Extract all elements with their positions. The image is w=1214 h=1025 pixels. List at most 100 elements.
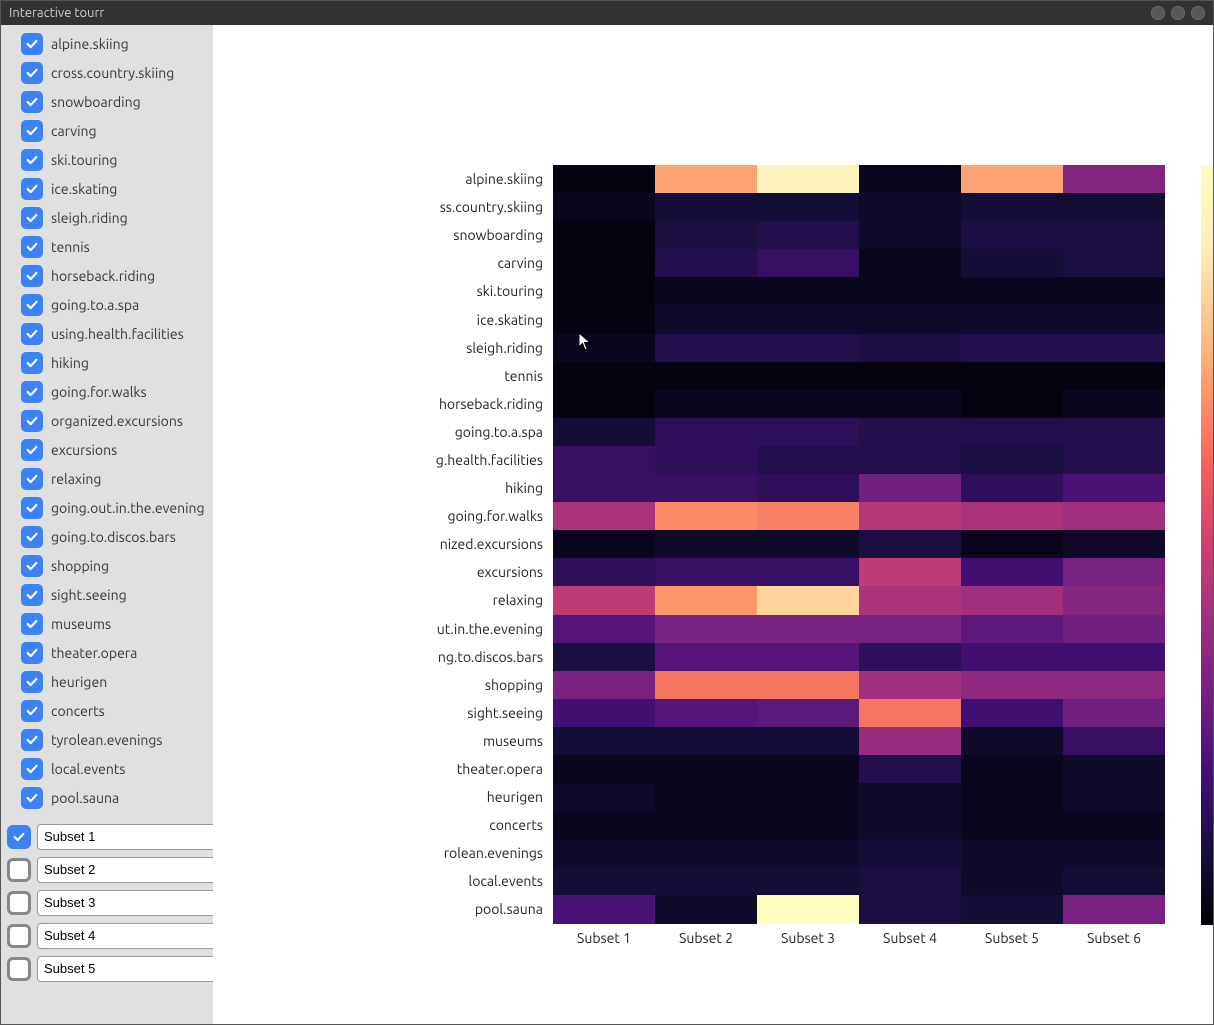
variable-row[interactable]: cross.country.skiing	[1, 58, 213, 87]
subset-name-input[interactable]	[37, 956, 227, 982]
variable-row[interactable]: going.to.a.spa	[1, 290, 213, 319]
checkbox[interactable]	[21, 758, 43, 780]
variable-row[interactable]: carving	[1, 116, 213, 145]
checkbox[interactable]	[21, 410, 43, 432]
checkbox[interactable]	[21, 729, 43, 751]
heatmap-cell	[553, 446, 655, 474]
subset-name-input[interactable]	[37, 824, 227, 850]
variable-row[interactable]: going.to.discos.bars	[1, 522, 213, 551]
checkbox[interactable]	[21, 497, 43, 519]
heatmap-cell	[1063, 727, 1165, 755]
heatmap-cell	[961, 586, 1063, 614]
heatmap-cell	[655, 783, 757, 811]
checkbox[interactable]	[21, 120, 43, 142]
checkbox[interactable]	[21, 381, 43, 403]
checkbox[interactable]	[21, 62, 43, 84]
minimize-icon[interactable]	[1151, 6, 1165, 20]
checkbox[interactable]	[7, 891, 31, 915]
checkbox[interactable]	[21, 236, 43, 258]
variable-label: tyrolean.evenings	[51, 732, 163, 748]
checkbox[interactable]	[21, 294, 43, 316]
checkbox[interactable]	[21, 207, 43, 229]
checkbox[interactable]	[21, 613, 43, 635]
variable-row[interactable]: pool.sauna	[1, 783, 213, 812]
variable-row[interactable]: going.out.in.the.evening	[1, 493, 213, 522]
heatmap-cell	[1063, 867, 1165, 895]
variable-label: excursions	[51, 442, 117, 458]
heatmap-cell	[655, 165, 757, 193]
checkbox[interactable]	[21, 439, 43, 461]
heatmap-row	[553, 221, 1165, 249]
variable-row[interactable]: sleigh.riding	[1, 203, 213, 232]
variable-row[interactable]: tennis	[1, 232, 213, 261]
variable-row[interactable]: using.health.facilities	[1, 319, 213, 348]
variable-row[interactable]: snowboarding	[1, 87, 213, 116]
checkbox[interactable]	[21, 584, 43, 606]
variable-row[interactable]: horseback.riding	[1, 261, 213, 290]
variable-row[interactable]: shopping	[1, 551, 213, 580]
heatmap-row	[553, 474, 1165, 502]
variable-row[interactable]: hiking	[1, 348, 213, 377]
heatmap-cell	[655, 558, 757, 586]
y-axis-label: carving	[213, 249, 549, 277]
heatmap-cell	[961, 643, 1063, 671]
variable-row[interactable]: theater.opera	[1, 638, 213, 667]
variable-row[interactable]: ice.skating	[1, 174, 213, 203]
heatmap-row	[553, 727, 1165, 755]
subset-name-input[interactable]	[37, 857, 227, 883]
checkbox[interactable]	[21, 178, 43, 200]
variable-row[interactable]: ski.touring	[1, 145, 213, 174]
checkbox[interactable]	[7, 957, 31, 981]
variable-row[interactable]: concerts	[1, 696, 213, 725]
checkbox[interactable]	[7, 858, 31, 882]
variable-row[interactable]: sight.seeing	[1, 580, 213, 609]
checkbox[interactable]	[21, 468, 43, 490]
variable-row[interactable]: going.for.walks	[1, 377, 213, 406]
heatmap-cell	[655, 249, 757, 277]
checkbox[interactable]	[7, 825, 31, 849]
close-icon[interactable]	[1191, 6, 1205, 20]
checkbox[interactable]	[21, 526, 43, 548]
checkbox[interactable]	[21, 700, 43, 722]
heatmap-row	[553, 165, 1165, 193]
variable-row[interactable]: organized.excursions	[1, 406, 213, 435]
checkbox[interactable]	[21, 671, 43, 693]
heatmap-cell	[655, 474, 757, 502]
variable-label: cross.country.skiing	[51, 65, 174, 81]
y-axis-label: ut.in.the.evening	[213, 615, 549, 643]
checkbox[interactable]	[7, 924, 31, 948]
heatmap-row	[553, 811, 1165, 839]
variable-row[interactable]: museums	[1, 609, 213, 638]
y-axis-label: sleigh.riding	[213, 334, 549, 362]
variable-row[interactable]: alpine.skiing	[1, 29, 213, 58]
checkbox[interactable]	[21, 265, 43, 287]
subset-row	[5, 952, 209, 985]
checkbox[interactable]	[21, 642, 43, 664]
variable-row[interactable]: local.events	[1, 754, 213, 783]
checkbox[interactable]	[21, 323, 43, 345]
maximize-icon[interactable]	[1171, 6, 1185, 20]
heatmap-row	[553, 586, 1165, 614]
checkbox[interactable]	[21, 352, 43, 374]
subset-name-input[interactable]	[37, 890, 227, 916]
variable-row[interactable]: tyrolean.evenings	[1, 725, 213, 754]
heatmap-cell	[859, 755, 961, 783]
heatmap-row	[553, 446, 1165, 474]
heatmap-cell	[655, 277, 757, 305]
variable-row[interactable]: heurigen	[1, 667, 213, 696]
heatmap-cell	[961, 558, 1063, 586]
y-axis-label: nized.excursions	[213, 530, 549, 558]
heatmap-cell	[961, 502, 1063, 530]
subset-name-input[interactable]	[37, 923, 227, 949]
variable-row[interactable]: relaxing	[1, 464, 213, 493]
checkbox[interactable]	[21, 555, 43, 577]
checkbox[interactable]	[21, 149, 43, 171]
variable-list[interactable]: alpine.skiing cross.country.skiing snowboa…	[1, 25, 213, 816]
checkbox[interactable]	[21, 91, 43, 113]
heatmap-cell	[1063, 418, 1165, 446]
y-axis-label: snowboarding	[213, 221, 549, 249]
heatmap-row	[553, 558, 1165, 586]
checkbox[interactable]	[21, 787, 43, 809]
checkbox[interactable]	[21, 33, 43, 55]
variable-row[interactable]: excursions	[1, 435, 213, 464]
